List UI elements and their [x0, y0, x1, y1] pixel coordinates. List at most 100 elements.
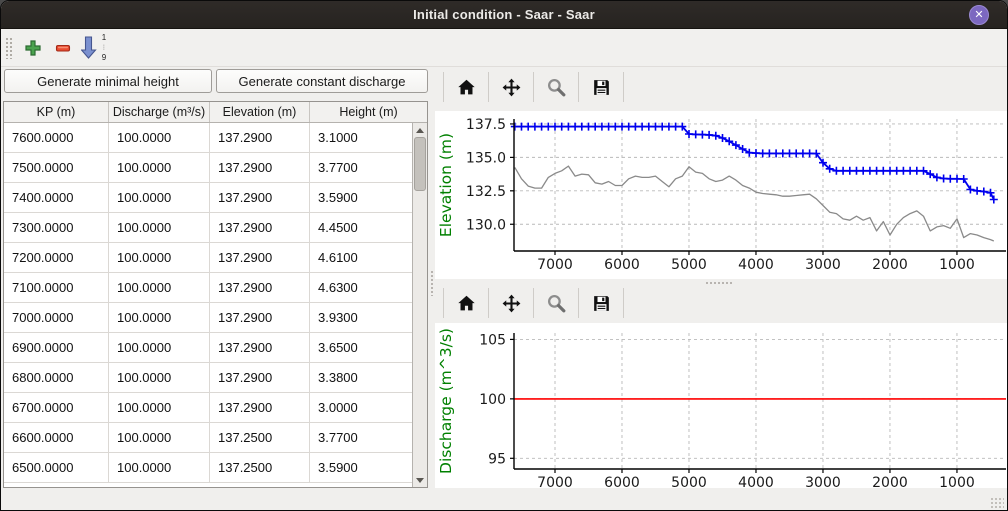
table-cell[interactable]: 100.0000	[109, 123, 210, 152]
table-cell[interactable]: 137.2900	[210, 333, 310, 362]
table-cell[interactable]: 100.0000	[109, 213, 210, 242]
add-row-button[interactable]	[21, 36, 45, 60]
table-row: 7000.0000100.0000137.29003.9300	[4, 303, 412, 333]
table-header-row: KP (m)Discharge (m³/s)Elevation (m)Heigh…	[4, 102, 427, 123]
toolbar-grip-handle[interactable]	[5, 37, 13, 59]
svg-text:6000: 6000	[604, 257, 640, 273]
zoom-icon	[546, 293, 567, 314]
table-cell[interactable]: 100.0000	[109, 183, 210, 212]
pan-button[interactable]	[497, 73, 525, 101]
table-cell[interactable]: 100.0000	[109, 153, 210, 182]
minus-icon	[53, 38, 73, 58]
table-cell[interactable]: 100.0000	[109, 423, 210, 452]
table-cell[interactable]: 4.6300	[310, 273, 412, 302]
table-cell[interactable]: 137.2900	[210, 243, 310, 272]
table-cell[interactable]: 100.0000	[109, 333, 210, 362]
table-row: 6600.0000100.0000137.25003.7700	[4, 423, 412, 453]
table-cell[interactable]: 137.2500	[210, 453, 310, 482]
splitter-grip-dots	[430, 270, 434, 296]
table-cell[interactable]: 137.2900	[210, 303, 310, 332]
column-header-2[interactable]: Elevation (m)	[210, 102, 310, 122]
toolbar-separator	[488, 72, 489, 102]
vertical-splitter[interactable]	[429, 67, 434, 488]
column-header-0[interactable]: KP (m)	[4, 102, 109, 122]
elevation-chart-canvas[interactable]: 7000600050004000300020001000137.5135.013…	[435, 111, 1007, 279]
table-cell[interactable]: 4.4500	[310, 213, 412, 242]
discharge-chart-canvas[interactable]: 700060005000400030002000100010510095Disc…	[435, 323, 1007, 488]
save-button[interactable]	[587, 73, 615, 101]
table-cell[interactable]: 137.2900	[210, 393, 310, 422]
table-cell[interactable]: 3.5900	[310, 183, 412, 212]
table-cell[interactable]: 6700.0000	[4, 393, 109, 422]
svg-text:2000: 2000	[872, 257, 908, 273]
table-cell[interactable]: 137.2900	[210, 363, 310, 392]
remove-row-button[interactable]	[51, 36, 75, 60]
table-cell[interactable]: 7300.0000	[4, 213, 109, 242]
column-header-3[interactable]: Height (m)	[310, 102, 427, 122]
table-cell[interactable]: 7500.0000	[4, 153, 109, 182]
pan-button[interactable]	[497, 289, 525, 317]
table-scrollbar[interactable]	[412, 123, 427, 487]
table-cell[interactable]: 6500.0000	[4, 453, 109, 482]
table-cell[interactable]: 100.0000	[109, 303, 210, 332]
series-water-surface-elevation	[515, 127, 994, 200]
table-cell[interactable]: 3.6500	[310, 333, 412, 362]
zoom-button[interactable]	[542, 289, 570, 317]
titlebar[interactable]: Initial condition - Saar - Saar ✕	[1, 1, 1007, 29]
home-button[interactable]	[452, 289, 480, 317]
scroll-down-button[interactable]	[413, 473, 427, 487]
table-cell[interactable]: 6800.0000	[4, 363, 109, 392]
sort-arrow-down-icon	[81, 34, 97, 62]
discharge-chart-toolbar	[435, 283, 632, 323]
resize-grip[interactable]	[990, 497, 1004, 509]
table-cell[interactable]: 6900.0000	[4, 333, 109, 362]
table-cell[interactable]: 137.2900	[210, 123, 310, 152]
table-cell[interactable]: 6600.0000	[4, 423, 109, 452]
table-cell[interactable]: 3.5900	[310, 453, 412, 482]
table-cell[interactable]: 7400.0000	[4, 183, 109, 212]
table-cell[interactable]: 3.0000	[310, 393, 412, 422]
button-label: Generate constant discharge	[239, 74, 406, 89]
status-bar	[1, 488, 1007, 511]
table-cell[interactable]: 7200.0000	[4, 243, 109, 272]
svg-text:130.0: 130.0	[466, 217, 506, 233]
svg-text:7000: 7000	[537, 257, 573, 273]
table-cell[interactable]: 100.0000	[109, 273, 210, 302]
scroll-up-button[interactable]	[413, 123, 427, 137]
table-cell[interactable]: 100.0000	[109, 393, 210, 422]
table-cell[interactable]: 7600.0000	[4, 123, 109, 152]
generate-constant-discharge-button[interactable]: Generate constant discharge	[216, 69, 428, 93]
table-cell[interactable]: 137.2500	[210, 423, 310, 452]
svg-text:105: 105	[479, 332, 506, 348]
table-cell[interactable]: 3.3800	[310, 363, 412, 392]
table-cell[interactable]: 3.1000	[310, 123, 412, 152]
close-icon: ✕	[974, 9, 983, 21]
table-cell[interactable]: 7100.0000	[4, 273, 109, 302]
table-cell[interactable]: 137.2900	[210, 273, 310, 302]
close-button[interactable]: ✕	[969, 5, 989, 25]
zoom-button[interactable]	[542, 73, 570, 101]
scrollbar-thumb[interactable]	[414, 137, 426, 191]
home-button[interactable]	[452, 73, 480, 101]
toolbar-separator	[623, 72, 624, 102]
plus-icon	[23, 38, 43, 58]
table-cell[interactable]: 100.0000	[109, 453, 210, 482]
table-cell[interactable]: 3.7700	[310, 153, 412, 182]
table-cell[interactable]: 3.7700	[310, 423, 412, 452]
table-cell[interactable]: 137.2900	[210, 153, 310, 182]
generate-minimal-height-button[interactable]: Generate minimal height	[4, 69, 212, 93]
save-button[interactable]	[587, 289, 615, 317]
table-cell[interactable]: 137.2900	[210, 183, 310, 212]
column-header-1[interactable]: Discharge (m³/s)	[109, 102, 210, 122]
table-cell[interactable]: 7000.0000	[4, 303, 109, 332]
table-row: 6900.0000100.0000137.29003.6500	[4, 333, 412, 363]
sort-rows-button[interactable]: 1 ⋮ 9	[81, 34, 107, 62]
elevation-chart-toolbar	[435, 67, 632, 107]
table-cell[interactable]: 100.0000	[109, 363, 210, 392]
table-cell[interactable]: 137.2900	[210, 213, 310, 242]
table-cell[interactable]: 3.9300	[310, 303, 412, 332]
series-bed-elevation	[515, 166, 994, 241]
table-cell[interactable]: 4.6100	[310, 243, 412, 272]
svg-text:4000: 4000	[738, 475, 774, 488]
table-cell[interactable]: 100.0000	[109, 243, 210, 272]
